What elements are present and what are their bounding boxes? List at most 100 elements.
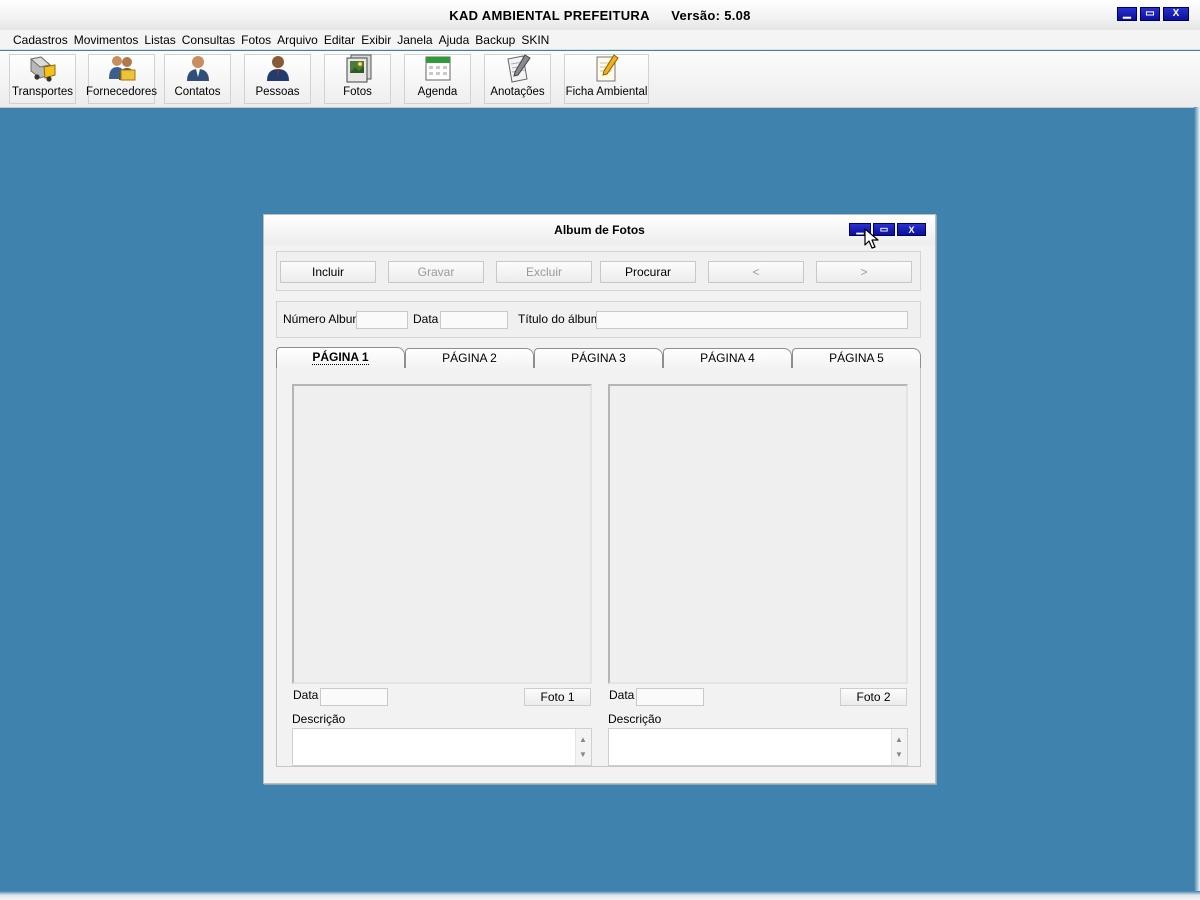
truck-icon <box>28 53 58 83</box>
ficha-ambiental-button[interactable]: Ficha Ambiental <box>564 54 649 104</box>
app-version: Versão: 5.08 <box>671 8 751 23</box>
photo2-descricao-label: Descrição <box>608 712 662 726</box>
data-label: Data <box>413 312 439 326</box>
ficha-ambiental-label: Ficha Ambiental <box>565 86 648 98</box>
fotos-label: Fotos <box>343 86 372 98</box>
tab-label: PÁGINA 1 <box>312 350 369 365</box>
photo1-descricao-label: Descrição <box>292 712 346 726</box>
menu-fotos[interactable]: Fotos <box>238 33 274 47</box>
excluir-button[interactable]: Excluir <box>496 261 592 283</box>
agenda-label: Agenda <box>417 86 458 98</box>
minimize-icon: ▁ <box>856 224 864 234</box>
tab-label: PÁGINA 2 <box>442 351 497 365</box>
calendar-icon <box>423 53 453 83</box>
foto-2-button[interactable]: Foto 2 <box>840 688 907 706</box>
transportes-label: Transportes <box>12 86 73 98</box>
main-titlebar[interactable]: KAD AMBIENTAL PREFEITURA Versão: 5.08 ▁ … <box>0 0 1200 31</box>
tab-pagina-4[interactable]: PÁGINA 4 <box>663 348 792 368</box>
transportes-button[interactable]: Transportes <box>9 54 76 104</box>
action-panel: Incluir Gravar Excluir Procurar < > <box>276 251 921 291</box>
menu-arquivo[interactable]: Arquivo <box>274 33 321 47</box>
toolbar: Transportes Fornecedores Contatos Pessoa… <box>0 51 1200 108</box>
photo2-descricao-scrollbar[interactable]: ▲ ▼ <box>891 729 907 765</box>
pessoas-label: Pessoas <box>255 86 300 98</box>
menu-consultas[interactable]: Consultas <box>179 33 238 47</box>
app-name: KAD AMBIENTAL PREFEITURA <box>449 8 650 23</box>
scroll-down-icon[interactable]: ▼ <box>892 750 906 759</box>
numero-album-label: Número Album <box>283 312 363 326</box>
close-icon: X <box>908 224 915 235</box>
dialog-titlebar[interactable]: Album de Fotos ▁ ▭ X <box>264 215 935 245</box>
photo2-data-label: Data <box>609 688 635 702</box>
maximize-icon: ▭ <box>1145 8 1155 19</box>
tab-pagina-5[interactable]: PÁGINA 5 <box>792 348 921 368</box>
tab-label: PÁGINA 3 <box>571 351 626 365</box>
anotacoes-label: Anotações <box>490 86 545 98</box>
gravar-button[interactable]: Gravar <box>388 261 484 283</box>
fotos-button[interactable]: Fotos <box>324 54 391 104</box>
photo2-data-input[interactable] <box>636 688 704 706</box>
close-button[interactable]: X <box>1163 7 1189 21</box>
photo1-descricao-scrollbar[interactable]: ▲ ▼ <box>575 729 591 765</box>
chevron-right-icon: > <box>860 265 868 279</box>
titulo-album-input[interactable] <box>596 311 908 329</box>
menu-exibir[interactable]: Exibir <box>358 33 394 47</box>
dialog-title: Album de Fotos <box>554 223 645 237</box>
previous-button[interactable]: < <box>708 261 804 283</box>
tab-pagina-1[interactable]: PÁGINA 1 <box>276 347 405 368</box>
titulo-album-label: Título do álbum <box>518 312 601 326</box>
minimize-icon: ▁ <box>1123 8 1131 19</box>
mouse-cursor-icon <box>864 228 879 249</box>
maximize-button[interactable]: ▭ <box>1140 7 1160 21</box>
photo1-data-label: Data <box>293 688 319 702</box>
scroll-down-icon[interactable]: ▼ <box>576 750 590 759</box>
menu-bar: Cadastros Movimentos Listas Consultas Fo… <box>0 30 1200 50</box>
chevron-left-icon: < <box>752 265 760 279</box>
photo2-descricao-textarea[interactable]: ▲ ▼ <box>608 728 908 766</box>
pencil-form-icon <box>592 53 622 83</box>
foto-1-button[interactable]: Foto 1 <box>524 688 591 706</box>
agenda-button[interactable]: Agenda <box>404 54 471 104</box>
fornecedores-button[interactable]: Fornecedores <box>86 53 157 104</box>
pessoas-button[interactable]: Pessoas <box>244 54 311 104</box>
dialog-close-button[interactable]: X <box>897 223 926 236</box>
app-title: KAD AMBIENTAL PREFEITURA Versão: 5.08 <box>0 8 1200 23</box>
numero-album-input[interactable] <box>356 311 408 329</box>
tab-label: PÁGINA 5 <box>829 351 884 365</box>
window-right-edge <box>1194 107 1200 893</box>
contatos-label: Contatos <box>174 86 221 98</box>
next-button[interactable]: > <box>816 261 912 283</box>
anotacoes-button[interactable]: Anotações <box>484 54 551 104</box>
window-bottom-edge <box>0 891 1200 900</box>
minimize-button[interactable]: ▁ <box>1117 7 1137 21</box>
photo-frame-1[interactable] <box>292 384 592 684</box>
suppliers-icon <box>107 53 137 83</box>
tab-label: PÁGINA 4 <box>700 351 755 365</box>
photo-album-icon <box>343 53 373 83</box>
menu-skin[interactable]: SKIN <box>518 33 552 47</box>
menu-movimentos[interactable]: Movimentos <box>71 33 142 47</box>
fornecedores-label: Fornecedores <box>86 86 157 98</box>
contact-person-icon <box>183 53 213 83</box>
scroll-up-icon[interactable]: ▲ <box>892 735 906 744</box>
window-controls: ▁ ▭ X <box>1117 7 1189 21</box>
menu-backup[interactable]: Backup <box>472 33 518 47</box>
menu-cadastros[interactable]: Cadastros <box>10 33 71 47</box>
tab-pagina-3[interactable]: PÁGINA 3 <box>534 348 663 368</box>
menu-editar[interactable]: Editar <box>321 33 358 47</box>
tab-pagina-2[interactable]: PÁGINA 2 <box>405 348 534 368</box>
photo1-data-input[interactable] <box>320 688 388 706</box>
photo1-descricao-textarea[interactable]: ▲ ▼ <box>292 728 592 766</box>
incluir-button[interactable]: Incluir <box>280 261 376 283</box>
scroll-up-icon[interactable]: ▲ <box>576 735 590 744</box>
menu-janela[interactable]: Janela <box>394 33 435 47</box>
photo-frame-2[interactable] <box>608 384 908 684</box>
notepad-icon <box>503 53 533 83</box>
data-input[interactable] <box>440 311 508 329</box>
maximize-icon: ▭ <box>879 224 889 234</box>
contatos-button[interactable]: Contatos <box>164 54 231 104</box>
procurar-button[interactable]: Procurar <box>600 261 696 283</box>
menu-ajuda[interactable]: Ajuda <box>436 33 473 47</box>
menu-listas[interactable]: Listas <box>141 33 178 47</box>
person-icon <box>263 53 293 83</box>
